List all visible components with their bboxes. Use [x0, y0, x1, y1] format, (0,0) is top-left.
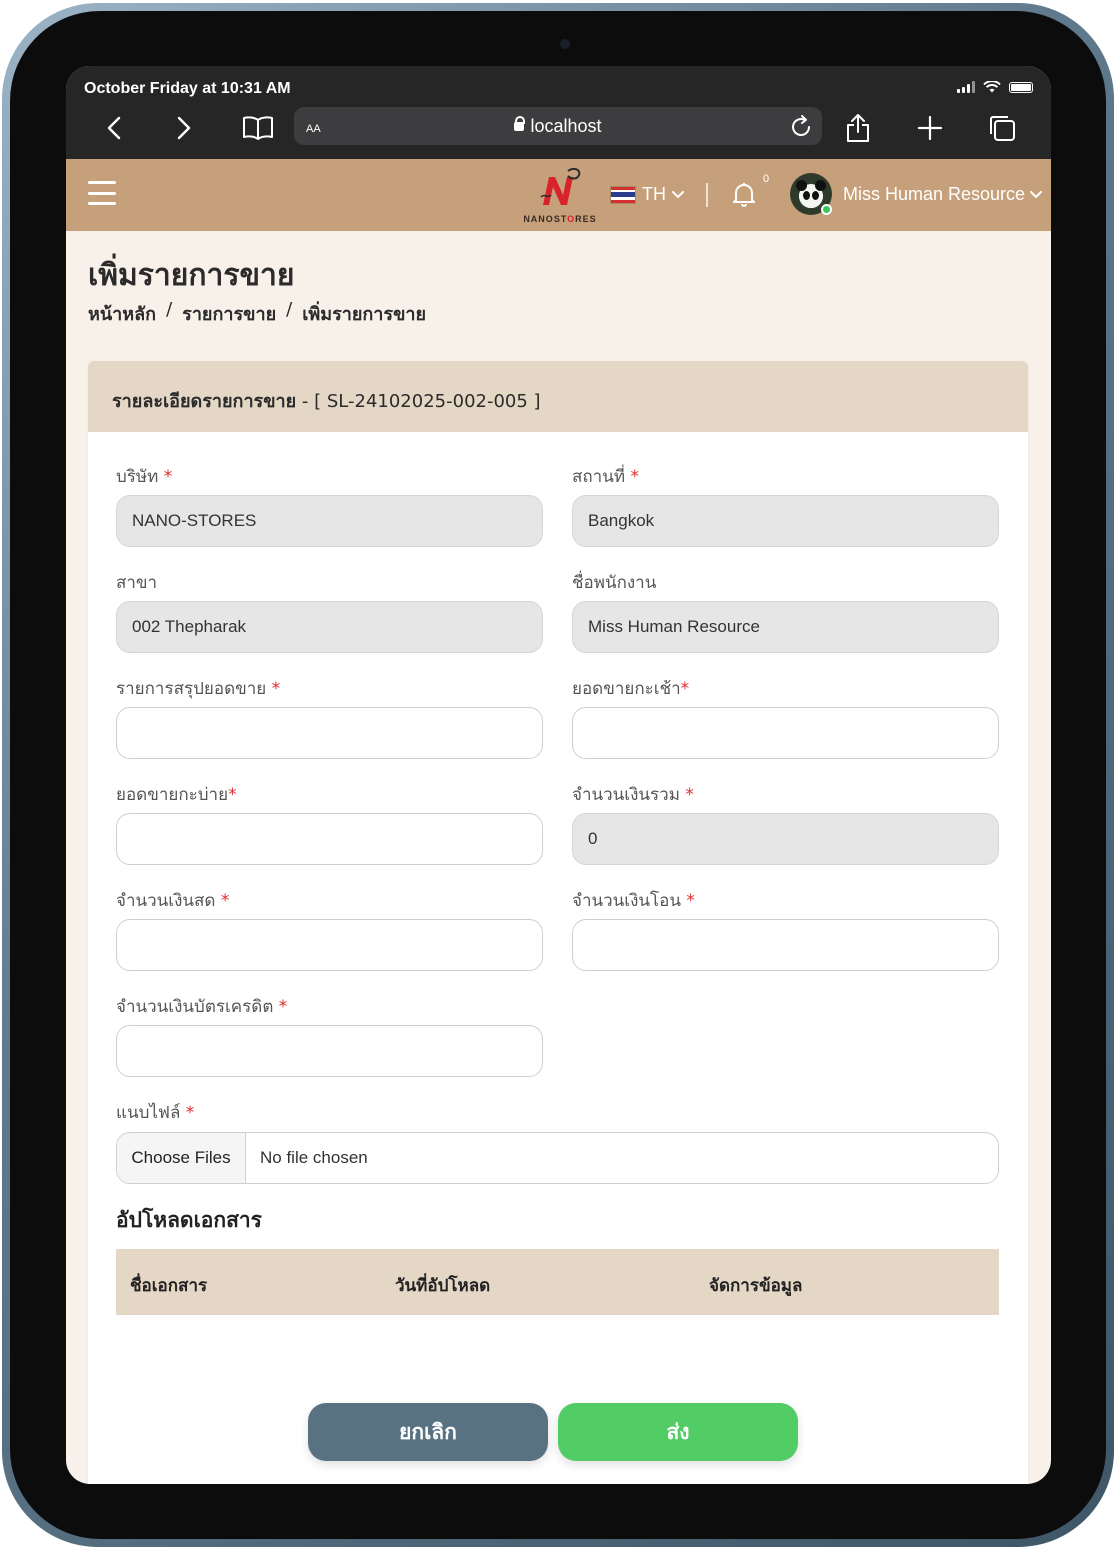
branch-field[interactable]	[116, 601, 543, 653]
morning-sales-label: ยอดขายกะเช้า*	[572, 679, 690, 699]
url-text: localhost	[294, 116, 822, 137]
tabs-icon	[990, 116, 1015, 141]
book-icon	[243, 116, 273, 140]
attachment-label: แนบไฟล์ *	[116, 1103, 195, 1123]
user-name: Miss Human Resource	[843, 184, 1026, 204]
menu-icon[interactable]	[88, 181, 116, 205]
avatar[interactable]	[790, 173, 832, 215]
language-selector[interactable]: TH	[610, 184, 684, 205]
chevron-down-icon	[672, 190, 684, 198]
tabs-button[interactable]	[984, 110, 1020, 146]
app-header: NANOSTORES TH 0 Miss Human Resource	[66, 159, 1051, 231]
thai-flag-icon	[610, 185, 636, 204]
screen: October Friday at 10:31 AM AA localhost	[66, 66, 1051, 1484]
card-header: รายละเอียดรายการขาย - [ SL-24102025-002-…	[88, 361, 1028, 432]
column-actions: จัดการข้อมูล	[709, 1276, 803, 1296]
front-camera	[560, 39, 570, 49]
notification-count: 0	[763, 173, 770, 185]
transfer-amount-label: จำนวนเงินโอน *	[572, 891, 695, 911]
logo-text: NANOSTORES	[523, 214, 597, 224]
sales-summary-input[interactable]	[116, 707, 543, 759]
language-code: TH	[642, 184, 666, 204]
company-label: บริษัท *	[116, 467, 173, 487]
credit-amount-label: จำนวนเงินบัตรเครดิต *	[116, 997, 288, 1017]
location-field[interactable]	[572, 495, 999, 547]
wifi-icon	[983, 81, 1001, 93]
signal-icon	[957, 81, 975, 93]
lock-icon	[514, 116, 526, 131]
logo-mark-icon	[540, 167, 581, 205]
header-divider	[706, 183, 708, 207]
page-title: เพิ่มรายการขาย	[88, 258, 295, 293]
credit-amount-input[interactable]	[116, 1025, 543, 1077]
total-amount-field[interactable]	[572, 813, 999, 865]
address-bar[interactable]: AA localhost	[294, 107, 822, 145]
column-upload-date: วันที่อัปโหลด	[395, 1276, 491, 1296]
card-header-title: รายละเอียดรายการขาย - [ SL-24102025-002-…	[112, 391, 541, 412]
status-icons	[957, 81, 1033, 93]
forward-button[interactable]	[166, 110, 202, 146]
employee-field[interactable]	[572, 601, 999, 653]
breadcrumb: หน้าหลัก / รายการขาย / เพิ่มรายการขาย	[88, 299, 426, 328]
breadcrumb-home[interactable]: หน้าหลัก	[88, 299, 156, 328]
share-icon	[847, 114, 869, 142]
status-time: October Friday at 10:31 AM	[84, 80, 291, 97]
breadcrumb-separator: /	[286, 299, 293, 320]
share-button[interactable]	[840, 110, 876, 146]
choose-files-button[interactable]: Choose Files	[117, 1133, 246, 1183]
sales-form-card: รายละเอียดรายการขาย - [ SL-24102025-002-…	[88, 361, 1028, 1484]
submit-button[interactable]: ส่ง	[558, 1403, 798, 1461]
breadcrumb-separator: /	[166, 299, 173, 320]
battery-icon	[1009, 81, 1033, 93]
chevron-left-icon	[107, 116, 121, 140]
upload-documents-title: อัปโหลดเอกสาร	[116, 1208, 262, 1232]
transfer-amount-input[interactable]	[572, 919, 999, 971]
company-field[interactable]	[116, 495, 543, 547]
column-document-name: ชื่อเอกสาร	[130, 1276, 208, 1296]
file-input[interactable]: Choose Files No file chosen	[116, 1132, 999, 1184]
cash-amount-input[interactable]	[116, 919, 543, 971]
total-amount-label: จำนวนเงินรวม *	[572, 785, 694, 805]
bell-icon[interactable]	[732, 181, 756, 207]
nanostores-logo[interactable]: NANOSTORES	[514, 167, 606, 227]
chevron-down-icon	[1030, 190, 1043, 198]
url-label: localhost	[530, 116, 602, 136]
afternoon-sales-input[interactable]	[116, 813, 543, 865]
breadcrumb-current: เพิ่มรายการขาย	[302, 304, 427, 325]
branch-label: สาขา	[116, 573, 158, 593]
reload-icon[interactable]	[790, 113, 814, 139]
bookmarks-button[interactable]	[240, 110, 276, 146]
location-label: สถานที่ *	[572, 467, 639, 487]
cash-amount-label: จำนวนเงินสด *	[116, 891, 230, 911]
breadcrumb-sales[interactable]: รายการขาย	[182, 299, 276, 328]
plus-icon	[918, 116, 942, 140]
morning-sales-input[interactable]	[572, 707, 999, 759]
file-status: No file chosen	[260, 1148, 368, 1167]
employee-label: ชื่อพนักงาน	[572, 573, 657, 593]
sales-summary-label: รายการสรุปยอดขาย *	[116, 679, 281, 699]
back-button[interactable]	[96, 110, 132, 146]
documents-table-header: ชื่อเอกสาร วันที่อัปโหลด จัดการข้อมูล	[116, 1249, 999, 1315]
chevron-right-icon	[177, 116, 191, 140]
user-menu[interactable]: Miss Human Resource	[843, 184, 1043, 205]
browser-chrome: October Friday at 10:31 AM AA localhost	[66, 66, 1051, 159]
new-tab-button[interactable]	[912, 110, 948, 146]
online-status-dot	[821, 204, 832, 215]
cancel-button[interactable]: ยกเลิก	[308, 1403, 548, 1461]
afternoon-sales-label: ยอดขายกะบ่าย*	[116, 785, 237, 805]
